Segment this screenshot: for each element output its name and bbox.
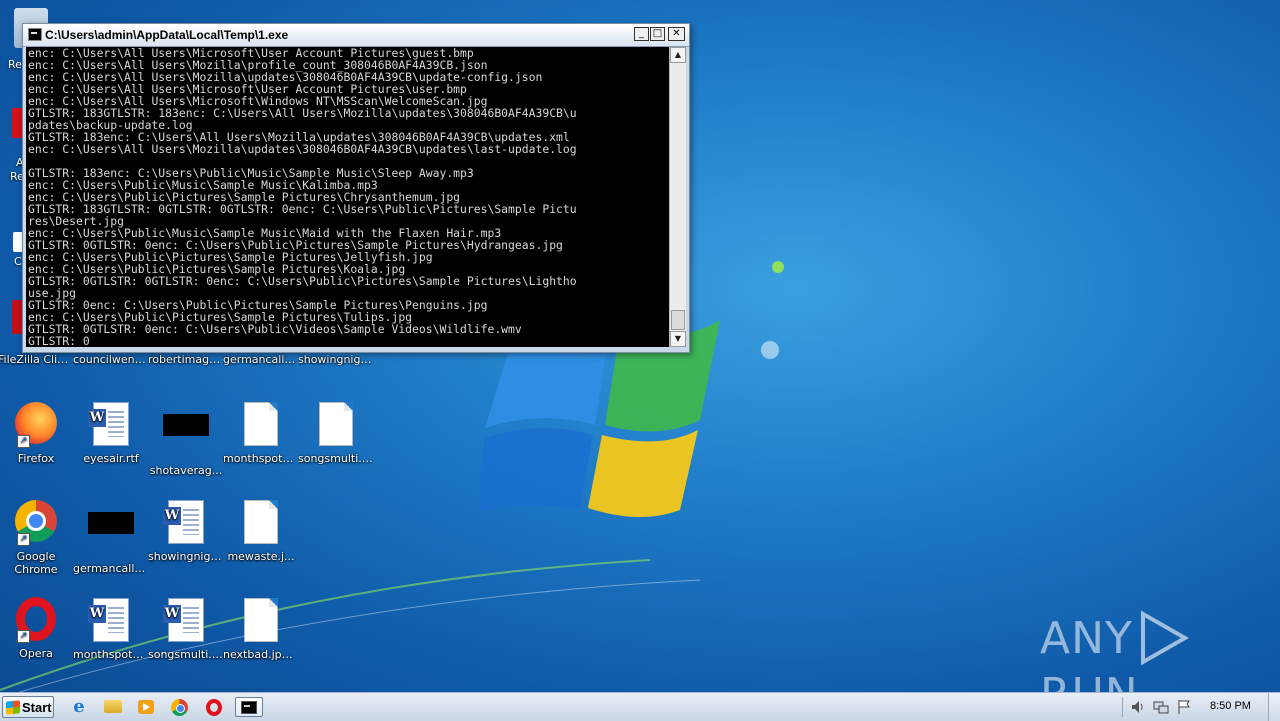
- blank-document-icon: [244, 500, 278, 544]
- console-icon: [241, 701, 257, 714]
- blank-document-icon: [319, 402, 353, 446]
- taskbar-explorer[interactable]: [102, 697, 124, 717]
- action-center-flag-icon[interactable]: [1176, 699, 1192, 715]
- taskbar-media-player[interactable]: [135, 697, 157, 717]
- desktop-icon-councilwent[interactable]: councilwent...: [73, 353, 149, 366]
- icon-label: showingnigh...: [148, 550, 224, 563]
- windows-flag-icon: [6, 700, 20, 715]
- shortcut-arrow-icon: ↗: [17, 630, 30, 643]
- partial-label: C: [14, 255, 22, 268]
- icon-label: showingnigh...: [298, 353, 374, 366]
- blank-document-icon: [244, 402, 278, 446]
- internet-explorer-icon: e: [73, 696, 85, 717]
- play-icon: [1140, 610, 1189, 666]
- desktop-icon-eyesair[interactable]: W eyesair.rtf: [73, 400, 149, 465]
- tray-separator: [1122, 697, 1123, 717]
- console-line: GTLSTR: 0GTLSTR: 0enc: C:\Users\Public\V…: [28, 322, 522, 336]
- taskbar-ie[interactable]: e: [68, 697, 90, 717]
- start-label: Start: [22, 700, 52, 715]
- scroll-down-button[interactable]: ▼: [670, 331, 686, 347]
- start-button[interactable]: Start: [2, 696, 54, 718]
- scroll-up-button[interactable]: ▲: [670, 47, 686, 63]
- opera-icon: [206, 699, 222, 716]
- desktop-icon-filezilla[interactable]: FileZilla Client: [0, 353, 74, 366]
- taskbar: Start e 8:50 PM: [0, 692, 1280, 721]
- word-document-icon: W: [163, 598, 204, 642]
- desktop-icon-germancalle[interactable]: germancalle...: [223, 353, 299, 366]
- console-app-icon[interactable]: [28, 28, 42, 41]
- black-thumbnail-icon: [88, 512, 134, 534]
- desktop-icon-opera[interactable]: ↗ Opera: [0, 596, 74, 660]
- shortcut-arrow-icon: ↗: [17, 435, 30, 448]
- icon-label: shotaverag...: [149, 464, 223, 477]
- desktop-icon-chrome[interactable]: ↗ Google Chrome: [0, 498, 74, 576]
- desktop-icon-showingnigh[interactable]: showingnigh...: [298, 353, 374, 366]
- console-titlebar[interactable]: C:\Users\admin\AppData\Local\Temp\1.exe …: [23, 24, 689, 47]
- icon-label: councilwent...: [73, 353, 149, 366]
- desktop-icon-mewaste[interactable]: mewaste.j...: [223, 498, 299, 563]
- close-button[interactable]: ✕: [668, 27, 685, 41]
- black-thumbnail-icon: [163, 414, 209, 436]
- desktop-icon-showingnigh-2[interactable]: W showingnigh...: [148, 498, 224, 563]
- chrome-icon: [171, 699, 188, 716]
- icon-label: nextbad.jpg.A: [223, 648, 299, 661]
- taskbar-chrome[interactable]: [169, 697, 191, 717]
- show-desktop-button[interactable]: [1268, 693, 1280, 721]
- maximize-button[interactable]: □: [650, 27, 665, 41]
- folder-icon: [104, 700, 122, 713]
- console-line: GTLSTR: 0GTLSTR: 0GTLSTR: 0enc: C:\Users…: [28, 274, 577, 288]
- console-window[interactable]: C:\Users\admin\AppData\Local\Temp\1.exe …: [22, 23, 690, 353]
- clock[interactable]: 8:50 PM: [1210, 700, 1251, 712]
- desktop-icon-shotaverag[interactable]: shotaverag...: [148, 400, 224, 477]
- app-icon-red[interactable]: [12, 300, 22, 334]
- desktop-icon-monthspote-2[interactable]: W monthspote...: [73, 596, 149, 661]
- minimize-button[interactable]: _: [634, 27, 649, 41]
- scroll-thumb[interactable]: [671, 310, 685, 330]
- media-player-icon: [138, 700, 154, 714]
- taskbar-console[interactable]: [235, 697, 263, 717]
- console-output[interactable]: enc: C:\Users\All Users\Microsoft\User A…: [26, 47, 669, 347]
- network-icon[interactable]: [1153, 699, 1169, 715]
- blank-document-icon: [244, 598, 278, 642]
- icon-label: Firefox: [17, 452, 55, 465]
- icon-label: germancalle...: [223, 353, 299, 366]
- icon-label: songsmulti.r...: [298, 452, 374, 465]
- icon-label: songsmulti.rtf: [148, 648, 224, 661]
- icon-label: germancalle...: [73, 562, 149, 575]
- desktop-icon-songsmulti[interactable]: songsmulti.r...: [298, 400, 374, 465]
- watermark-left-text: ANY: [1040, 612, 1133, 664]
- partial-label: Re: [8, 58, 22, 71]
- partial-left-icons: Re A Re C: [0, 0, 48, 334]
- word-document-icon: W: [88, 402, 129, 446]
- icon-label: monthspote...: [73, 648, 149, 661]
- desktop-icon-monthspote[interactable]: monthspote...: [223, 400, 299, 465]
- desktop-icon-germancalle-2[interactable]: germancalle...: [73, 498, 149, 575]
- icon-label: mewaste.j...: [227, 550, 295, 563]
- desktop-icon-nextbad[interactable]: nextbad.jpg.A: [223, 596, 299, 661]
- taskbar-opera[interactable]: [203, 697, 225, 717]
- icon-label: monthspote...: [223, 452, 299, 465]
- console-line: enc: C:\Users\All Users\Mozilla\updates\…: [28, 142, 577, 156]
- icon-label: robertimage...: [148, 353, 224, 366]
- desktop-icon-robertimage[interactable]: robertimage...: [148, 353, 224, 366]
- desktop-icon-songsmulti-2[interactable]: W songsmulti.rtf: [148, 596, 224, 661]
- desktop-icon-firefox[interactable]: ↗ Firefox: [0, 400, 74, 465]
- icon-label: eyesair.rtf: [83, 452, 139, 465]
- console-title: C:\Users\admin\AppData\Local\Temp\1.exe: [45, 28, 289, 42]
- volume-icon[interactable]: [1130, 699, 1146, 715]
- word-document-icon: W: [88, 598, 129, 642]
- console-line: GTLSTR: 0: [28, 334, 90, 347]
- icon-label: FileZilla Client: [0, 353, 74, 366]
- word-document-icon: W: [163, 500, 204, 544]
- icon-label: Google Chrome: [14, 550, 58, 576]
- console-scrollbar[interactable]: ▲ ▼: [669, 47, 686, 347]
- shortcut-arrow-icon: ↗: [17, 533, 30, 546]
- icon-label: Opera: [19, 647, 53, 660]
